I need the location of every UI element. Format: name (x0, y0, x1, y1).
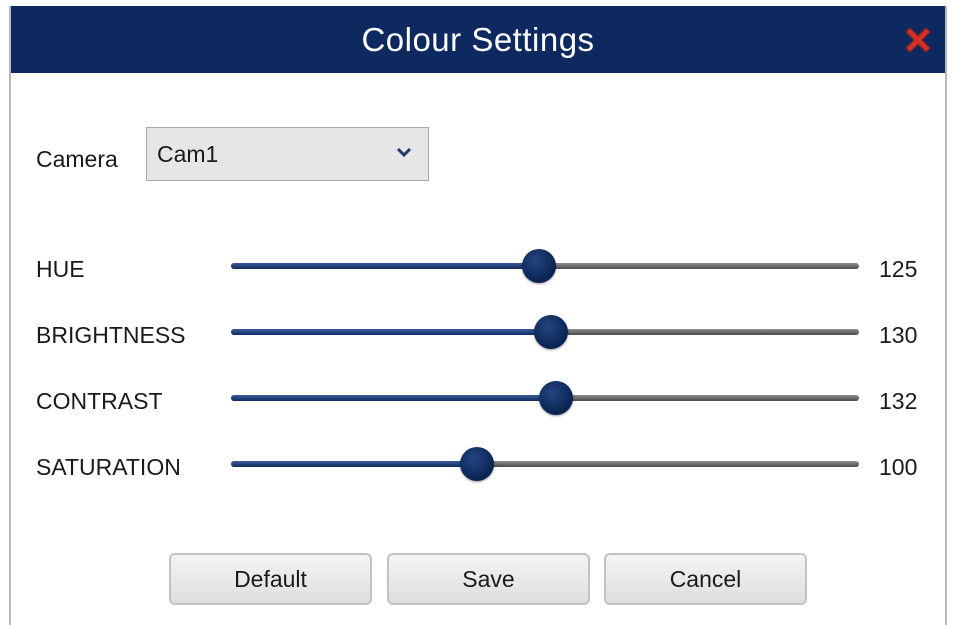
brightness-slider[interactable] (231, 315, 859, 349)
title-bar: Colour Settings (11, 6, 945, 73)
dialog-title: Colour Settings (361, 20, 595, 58)
contrast-slider[interactable] (231, 381, 859, 415)
colour-settings-dialog: Colour Settings Camera Cam1 HUE 125 BRIG… (9, 6, 947, 625)
contrast-label: CONTRAST (36, 388, 163, 414)
contrast-value: 132 (879, 388, 918, 414)
contrast-slider-fill (231, 395, 557, 401)
camera-label: Camera (36, 146, 118, 172)
brightness-label: BRIGHTNESS (36, 322, 186, 348)
save-button[interactable]: Save (387, 553, 590, 605)
hue-slider[interactable] (231, 249, 859, 283)
hue-value: 125 (879, 256, 918, 282)
hue-label: HUE (36, 256, 85, 282)
default-button[interactable]: Default (169, 553, 372, 605)
saturation-label: SATURATION (36, 454, 181, 480)
brightness-slider-fill (231, 329, 552, 335)
saturation-value: 100 (879, 454, 918, 480)
saturation-slider-thumb[interactable] (460, 447, 495, 481)
hue-slider-fill (231, 263, 539, 269)
camera-select[interactable]: Cam1 (146, 127, 429, 181)
saturation-slider-fill (231, 461, 478, 467)
brightness-value: 130 (879, 322, 918, 348)
contrast-slider-thumb[interactable] (539, 381, 574, 415)
hue-slider-thumb[interactable] (521, 249, 556, 283)
close-icon[interactable] (901, 23, 935, 57)
cancel-button[interactable]: Cancel (604, 553, 807, 605)
chevron-down-icon (396, 147, 412, 158)
camera-select-value: Cam1 (157, 140, 219, 167)
saturation-slider[interactable] (231, 447, 859, 481)
brightness-slider-thumb[interactable] (534, 315, 569, 349)
